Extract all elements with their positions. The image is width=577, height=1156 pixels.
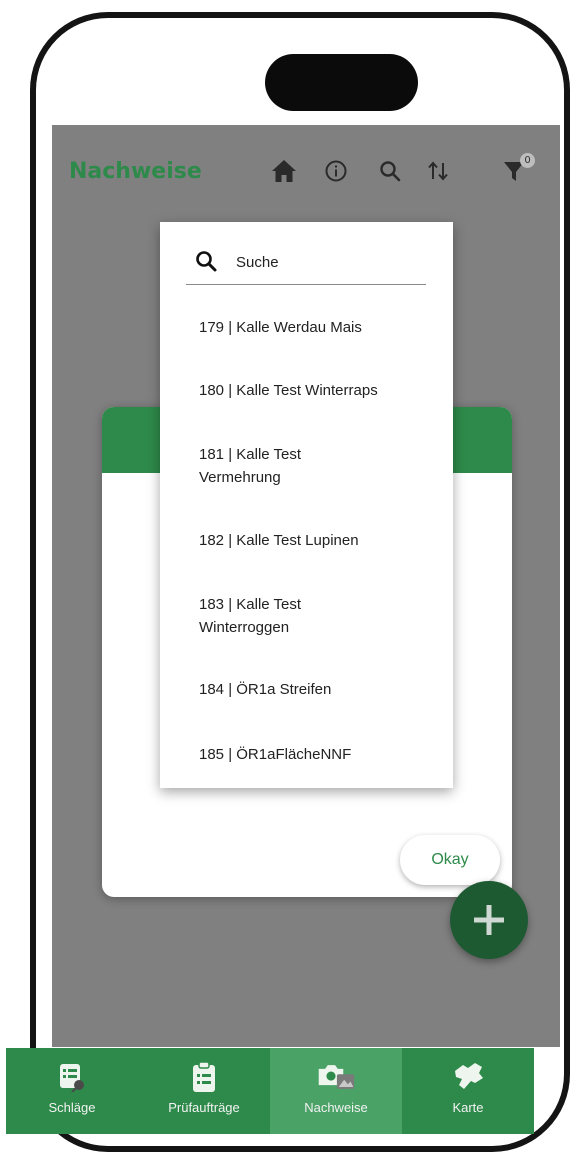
map-icon xyxy=(448,1060,488,1094)
okay-button[interactable]: Okay xyxy=(400,835,500,885)
search-field[interactable] xyxy=(186,240,426,285)
nav-item-nachweise[interactable]: Nachweise xyxy=(270,1048,402,1134)
option-label: 179 | Kalle Werdau Mais xyxy=(199,319,362,336)
list-item[interactable]: 182 | Kalle Test Lupinen xyxy=(199,529,439,552)
filter-count-badge: 0 xyxy=(520,153,535,168)
camera-photo-icon xyxy=(316,1060,356,1094)
nav-item-karte[interactable]: Karte xyxy=(402,1048,534,1134)
nav-item-schlaege[interactable]: Schläge xyxy=(6,1048,138,1134)
search-icon xyxy=(196,251,217,272)
list-item[interactable]: 184 | ÖR1a Streifen xyxy=(199,678,439,701)
search-input[interactable] xyxy=(236,250,416,274)
option-label: 185 | ÖR1aFlächeNNF xyxy=(199,746,352,763)
add-button[interactable] xyxy=(450,881,528,959)
fields-list-icon xyxy=(52,1060,92,1094)
nav-label: Nachweise xyxy=(304,1100,368,1115)
list-item[interactable]: 179 | Kalle Werdau Mais xyxy=(199,316,439,339)
dynamic-island xyxy=(265,54,418,111)
nav-label: Schläge xyxy=(48,1100,96,1115)
option-label: 183 | Kalle Test xyxy=(199,596,302,613)
bottom-navigation: Schläge Prüfaufträge Nachweise Karte xyxy=(6,1048,534,1134)
info-icon[interactable] xyxy=(320,155,352,187)
option-label: 184 | ÖR1a Streifen xyxy=(199,681,332,698)
option-label-continued: Vermehrung xyxy=(199,469,281,486)
list-item[interactable]: 180 | Kalle Test Winterraps xyxy=(199,379,439,402)
nav-label: Karte xyxy=(452,1100,484,1115)
page-title: Nachweise xyxy=(69,159,202,184)
app-bar: Nachweise 0 xyxy=(52,125,560,220)
filter-icon[interactable]: 0 xyxy=(498,153,535,187)
search-icon[interactable] xyxy=(374,155,406,187)
plus-icon xyxy=(474,905,504,935)
nav-label: Prüfaufträge xyxy=(168,1100,240,1115)
sort-icon[interactable] xyxy=(422,155,454,187)
list-item[interactable]: 181 | Kalle Test Vermehrung xyxy=(199,443,439,489)
option-label-continued: Winterroggen xyxy=(199,619,290,636)
list-item[interactable]: 183 | Kalle Test Winterroggen xyxy=(199,593,439,639)
option-label: 181 | Kalle Test xyxy=(199,446,302,463)
list-item[interactable]: 185 | ÖR1aFlächeNNF xyxy=(199,743,439,766)
option-label: 180 | Kalle Test Winterraps xyxy=(199,382,378,399)
app-screen: Nachweise 0 Okay 179 | Kalle Werdau M xyxy=(52,125,560,1047)
nav-item-pruefauftraege[interactable]: Prüfaufträge xyxy=(138,1048,270,1134)
dropdown-list: 179 | Kalle Werdau Mais 180 | Kalle Test… xyxy=(160,222,453,788)
home-icon[interactable] xyxy=(268,155,300,187)
clipboard-icon xyxy=(184,1060,224,1094)
option-label: 182 | Kalle Test Lupinen xyxy=(199,532,359,549)
